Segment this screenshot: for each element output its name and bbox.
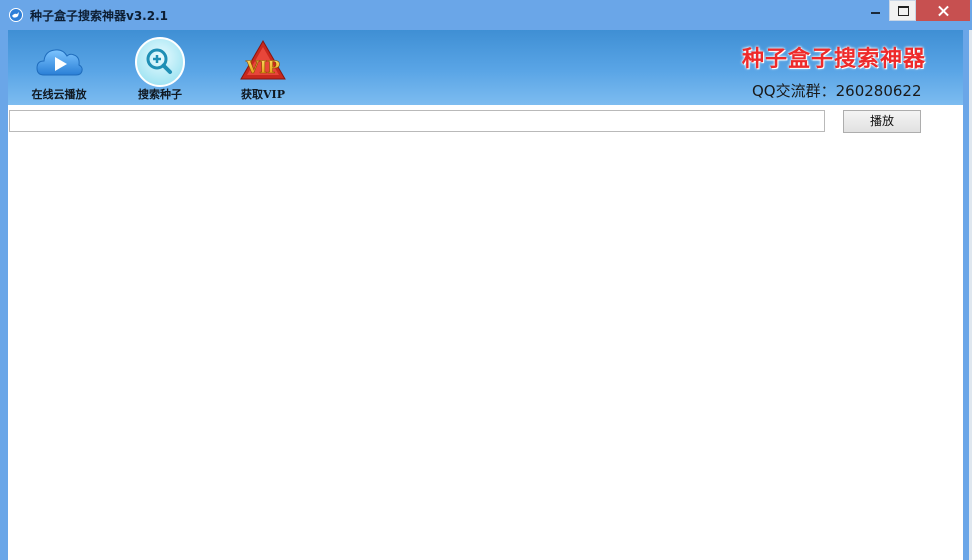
title-bar[interactable]: 种子盒子搜索神器v3.2.1: [0, 0, 972, 30]
vip-badge-icon: VIP: [238, 37, 288, 87]
app-window: 种子盒子搜索神器v3.2.1 在线云播放 搜索种子 VIP 获取VIP 种子盒子…: [0, 0, 972, 560]
toolbar-search-torrent[interactable]: 搜索种子: [112, 34, 208, 102]
minimize-button[interactable]: [862, 0, 889, 21]
toolbar-cloud-play-label: 在线云播放: [31, 88, 87, 101]
toolbar-get-vip[interactable]: VIP 获取VIP: [215, 34, 311, 102]
maximize-button[interactable]: [889, 0, 916, 21]
url-input[interactable]: [9, 110, 825, 132]
toolbar-search-torrent-label: 搜索种子: [138, 88, 182, 101]
close-button[interactable]: [916, 0, 970, 21]
qq-group-text: QQ交流群：260280622: [752, 82, 922, 100]
play-button[interactable]: 播放: [843, 110, 921, 133]
svg-text:VIP: VIP: [245, 58, 280, 78]
magnifier-plus-icon: [135, 37, 185, 87]
brand-title: 种子盒子搜索神器: [742, 47, 927, 72]
window-title: 种子盒子搜索神器v3.2.1: [30, 9, 168, 23]
bird-logo-icon: [9, 8, 23, 22]
window-right-border: [963, 30, 972, 560]
main-panel: 播放: [8, 105, 963, 560]
toolbar-cloud-play[interactable]: 在线云播放: [11, 34, 107, 102]
toolbar-get-vip-label: 获取VIP: [241, 88, 285, 101]
toolbar: 在线云播放 搜索种子 VIP 获取VIP 种子盒子搜索神器 QQ交流群：2602…: [8, 30, 963, 105]
cloud-play-icon: [34, 37, 84, 87]
